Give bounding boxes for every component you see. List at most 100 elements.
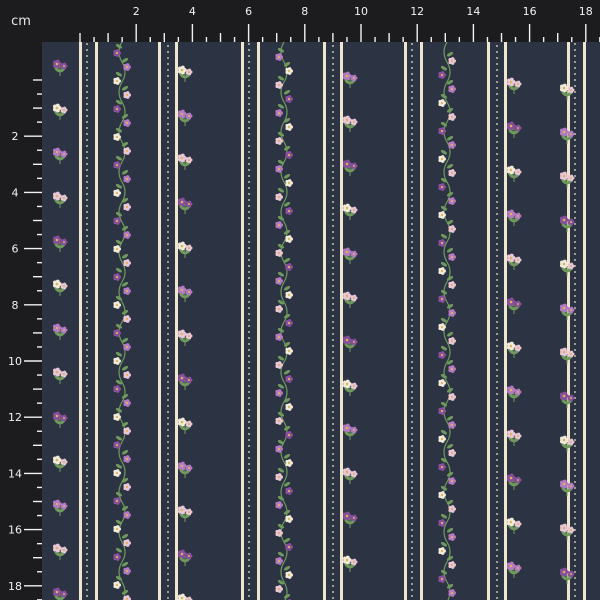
flower: [285, 291, 293, 299]
flower: [285, 459, 293, 467]
flower: [60, 414, 68, 422]
flower: [285, 403, 293, 411]
flower-sprig: [177, 505, 193, 522]
flower: [275, 305, 283, 313]
flower: [448, 589, 456, 597]
flower-sprig: [177, 329, 193, 346]
flower: [448, 85, 456, 93]
stripe-band: [323, 42, 343, 600]
flower: [123, 231, 131, 239]
flower: [448, 141, 456, 149]
flower: [438, 351, 446, 359]
flower: [514, 256, 522, 264]
flower-sprig: [52, 411, 68, 428]
leaf: [121, 534, 129, 539]
flower-sprig: [177, 65, 193, 82]
flower: [438, 323, 446, 331]
flower-sprig: [342, 555, 358, 572]
flower: [185, 420, 193, 428]
flower: [448, 533, 456, 541]
flower: [514, 80, 522, 88]
leaf: [277, 552, 285, 557]
flower: [275, 221, 283, 229]
leaf: [115, 464, 123, 469]
flower: [448, 225, 456, 233]
flower: [123, 259, 131, 267]
flower: [60, 106, 68, 114]
leaf: [446, 164, 454, 169]
leaf: [115, 184, 123, 189]
flower: [275, 585, 283, 593]
flower: [185, 244, 193, 252]
flower-vine: [438, 42, 456, 600]
flower: [567, 438, 575, 446]
flower: [60, 238, 68, 246]
flower: [350, 74, 358, 82]
flower: [350, 470, 358, 478]
flower-sprig: [506, 341, 522, 358]
flower-sprig: [177, 153, 193, 170]
top-ruler-label: 12: [410, 5, 424, 18]
left-ruler: 2 4 6 8 10 12 14 16 18: [0, 42, 42, 600]
flower: [448, 449, 456, 457]
flower-sprig: [52, 455, 68, 472]
leaf: [277, 188, 285, 193]
top-ruler-label: 10: [354, 5, 368, 18]
flower: [448, 561, 456, 569]
flower-sprig: [506, 385, 522, 402]
leaf: [440, 234, 448, 239]
flower: [350, 294, 358, 302]
leaf: [446, 136, 454, 141]
flower-sprig: [177, 593, 193, 600]
leaf: [121, 450, 129, 455]
flower: [177, 593, 187, 600]
flower: [448, 281, 456, 289]
flower: [285, 95, 293, 103]
flower: [567, 306, 575, 314]
top-ruler-label: 6: [245, 5, 252, 18]
flower: [448, 57, 456, 65]
leaf: [115, 436, 123, 441]
flower: [285, 347, 293, 355]
flower-sprig: [177, 109, 193, 126]
flower: [123, 315, 131, 323]
flower-sprig: [52, 499, 68, 516]
leaf: [446, 248, 454, 253]
left-ruler-label: 8: [12, 299, 19, 312]
flower: [567, 526, 575, 534]
flower: [448, 169, 456, 177]
left-ruler-label: 16: [8, 524, 22, 537]
left-ruler-label: 12: [8, 411, 22, 424]
top-ruler-label: 16: [523, 5, 537, 18]
flower: [275, 109, 283, 117]
flower: [185, 288, 193, 296]
flower: [514, 300, 522, 308]
flower-vine: [113, 42, 131, 600]
top-ruler-label: 8: [301, 5, 308, 18]
flower: [123, 343, 131, 351]
flower-sprig: [342, 335, 358, 352]
stripe-band: [487, 42, 507, 600]
flower: [567, 350, 575, 358]
flower-sprig: [52, 235, 68, 252]
flower: [60, 282, 68, 290]
flower: [185, 464, 193, 472]
top-ruler-label: 2: [133, 5, 140, 18]
leaf: [115, 268, 123, 273]
flower-sprig: [177, 417, 193, 434]
flower: [113, 189, 121, 197]
flower: [514, 564, 522, 572]
flower: [185, 68, 193, 76]
unit-label: cm: [0, 0, 42, 42]
flower-sprig-column: [177, 65, 193, 600]
flower: [185, 376, 193, 384]
flower: [60, 370, 68, 378]
flower: [285, 123, 293, 131]
flower: [285, 151, 293, 159]
flower: [350, 382, 358, 390]
flower: [438, 99, 446, 107]
leaf: [440, 430, 448, 435]
flower-sprig: [506, 473, 522, 490]
flower: [113, 385, 121, 393]
flower: [275, 473, 283, 481]
